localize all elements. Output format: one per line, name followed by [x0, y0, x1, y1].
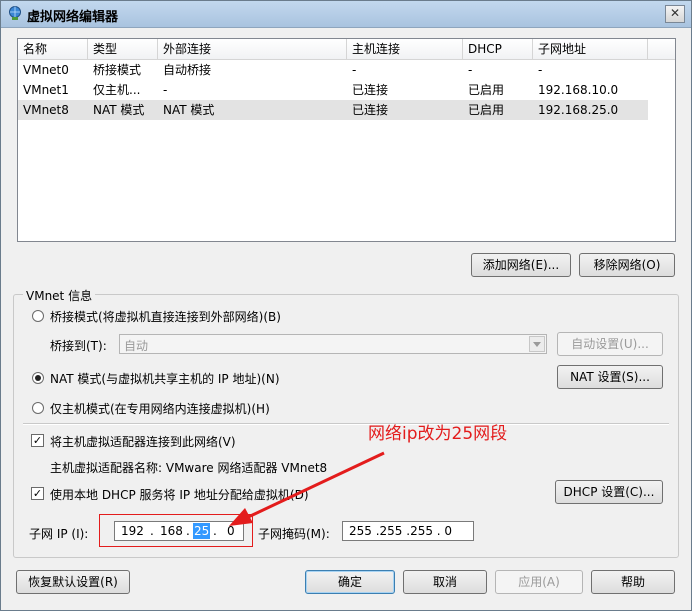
apply-button[interactable]: 应用(A) — [495, 570, 583, 594]
table-row-selected[interactable]: VMnet8 NAT 模式 NAT 模式 已连接 已启用 192.168.25.… — [18, 100, 648, 120]
subnet-mask-label: 子网掩码(M): — [258, 527, 330, 541]
column-header-name[interactable]: 名称 — [18, 39, 88, 59]
column-header-external[interactable]: 外部连接 — [158, 39, 347, 59]
window-title: 虚拟网络编辑器 — [27, 10, 119, 25]
bridged-mode-label[interactable]: 桥接模式(将虚拟机直接连接到外部网络)(B) — [50, 308, 281, 325]
remove-network-button[interactable]: 移除网络(O) — [579, 253, 675, 277]
subnet-ip-label: 子网 IP (I): — [29, 527, 89, 541]
cell-type: NAT 模式 — [93, 103, 145, 117]
close-button[interactable]: ✕ — [665, 5, 685, 23]
cell-subnet: 192.168.10.0 — [538, 83, 619, 97]
cell-type: 桥接模式 — [93, 63, 142, 77]
nat-mode-radio[interactable] — [32, 372, 44, 384]
connect-adapter-label[interactable]: 将主机虚拟适配器连接到此网络(V) — [50, 433, 236, 450]
adapter-name-label: 主机虚拟适配器名称: VMware 网络适配器 VMnet8 — [50, 461, 328, 475]
host-only-mode-label[interactable]: 仅主机模式(在专用网络内连接虚拟机)(H) — [50, 400, 270, 417]
cell-host: 已连接 — [352, 83, 389, 97]
cell-external: NAT 模式 — [163, 103, 215, 117]
auto-settings-button[interactable]: 自动设置(U)... — [557, 332, 663, 356]
cell-external: 自动桥接 — [163, 63, 212, 77]
cell-subnet: - — [538, 63, 543, 77]
help-button[interactable]: 帮助 — [591, 570, 675, 594]
bridged-mode-radio[interactable] — [32, 310, 44, 322]
cell-host: - — [352, 63, 357, 77]
column-header-type[interactable]: 类型 — [88, 39, 158, 59]
table-row[interactable]: VMnet1 仅主机... - 已连接 已启用 192.168.10.0 — [18, 80, 648, 100]
cell-dhcp: 已启用 — [468, 83, 505, 97]
virtual-network-editor-window: 虚拟网络编辑器 ✕ 名称 类型 外部连接 主机连接 DHCP 子网地址 VMne… — [0, 0, 692, 611]
cell-name: VMnet0 — [23, 63, 69, 77]
bridged-to-label: 桥接到(T): — [50, 339, 107, 353]
vmnet-info-label: VMnet 信息 — [23, 287, 96, 304]
list-header: 名称 类型 外部连接 主机连接 DHCP 子网地址 — [18, 39, 675, 60]
annotation-text: 网络ip改为25网段 — [368, 424, 508, 444]
column-header-dhcp[interactable]: DHCP — [463, 39, 533, 59]
cell-external: - — [163, 83, 168, 97]
title-bar: 虚拟网络编辑器 ✕ — [1, 1, 691, 28]
bridged-to-value: 自动 — [124, 339, 149, 353]
annotation-highlight-box — [99, 514, 253, 547]
use-dhcp-label[interactable]: 使用本地 DHCP 服务将 IP 地址分配给虚拟机(D) — [50, 486, 309, 503]
table-row[interactable]: VMnet0 桥接模式 自动桥接 - - - — [18, 60, 648, 80]
host-only-mode-radio[interactable] — [32, 402, 44, 414]
cell-dhcp: - — [468, 63, 473, 77]
cell-name: VMnet8 — [23, 103, 69, 117]
network-globe-icon — [9, 6, 21, 20]
nat-mode-label[interactable]: NAT 模式(与虚拟机共享主机的 IP 地址)(N) — [50, 370, 280, 387]
cell-type: 仅主机... — [93, 83, 141, 97]
connect-adapter-checkbox[interactable]: ✓ — [31, 434, 44, 447]
subnet-mask-input[interactable]: 255 .255 .255 . 0 — [342, 521, 474, 541]
column-header-host[interactable]: 主机连接 — [347, 39, 463, 59]
dhcp-settings-button[interactable]: DHCP 设置(C)... — [555, 480, 663, 504]
cell-dhcp: 已启用 — [468, 103, 505, 117]
bridged-to-select[interactable]: 自动 — [119, 334, 547, 354]
column-header-subnet[interactable]: 子网地址 — [533, 39, 648, 59]
add-network-button[interactable]: 添加网络(E)... — [471, 253, 571, 277]
divider — [23, 423, 669, 425]
restore-defaults-button[interactable]: 恢复默认设置(R) — [16, 570, 130, 594]
ok-button[interactable]: 确定 — [305, 570, 395, 594]
use-dhcp-checkbox[interactable]: ✓ — [31, 487, 44, 500]
cancel-button[interactable]: 取消 — [403, 570, 487, 594]
cell-host: 已连接 — [352, 103, 389, 117]
chevron-down-icon — [529, 336, 545, 352]
cell-subnet: 192.168.25.0 — [538, 103, 619, 117]
cell-name: VMnet1 — [23, 83, 69, 97]
nat-settings-button[interactable]: NAT 设置(S)... — [557, 365, 663, 389]
network-list[interactable]: 名称 类型 外部连接 主机连接 DHCP 子网地址 VMnet0 桥接模式 自动… — [17, 38, 676, 242]
